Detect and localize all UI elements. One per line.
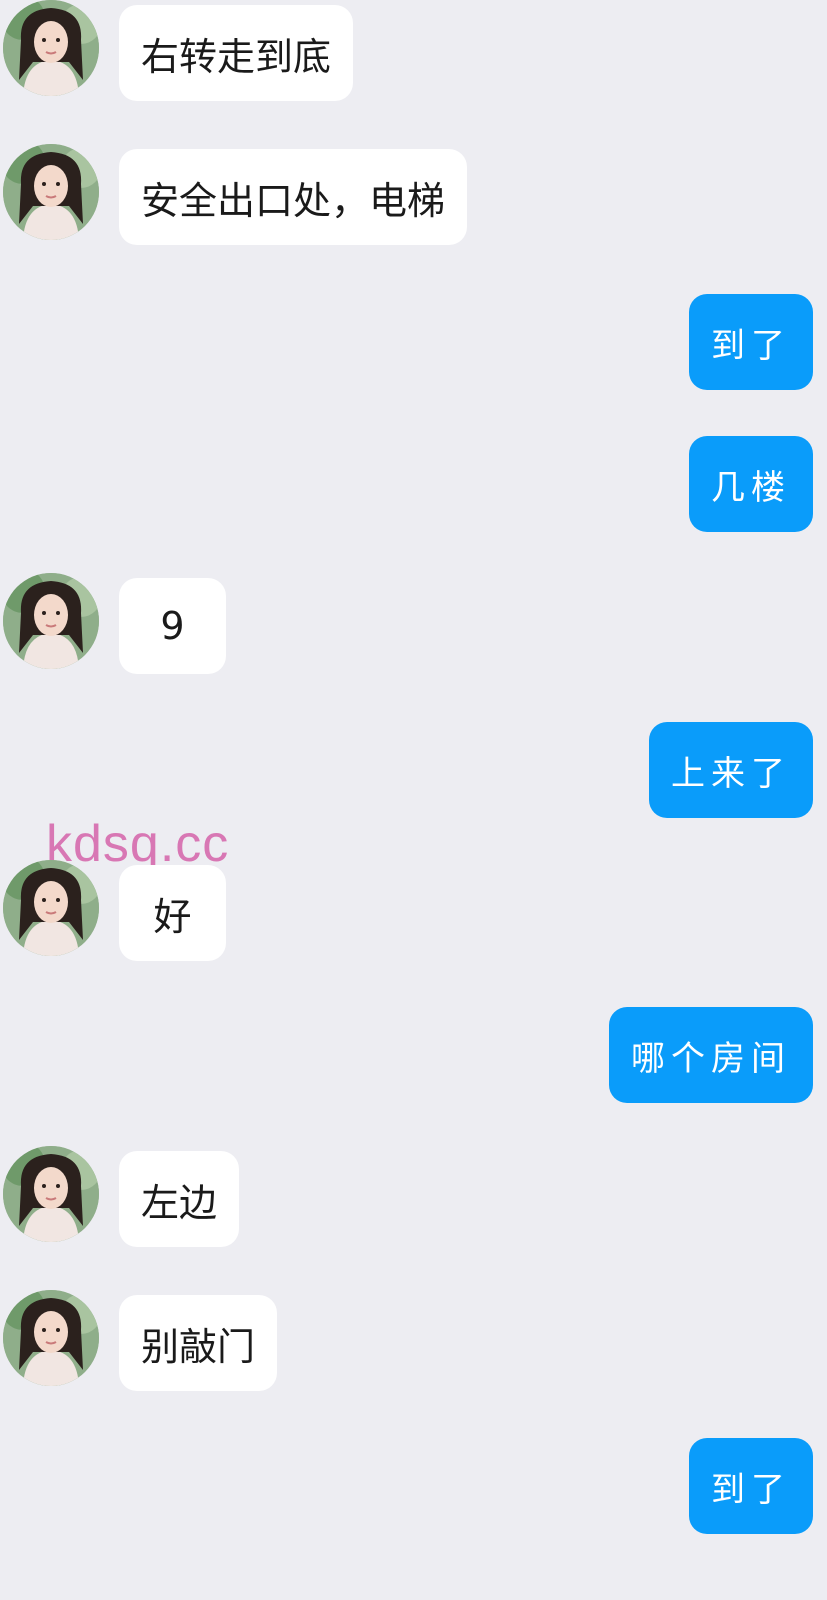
message-row: 右转走到底: [0, 0, 827, 101]
message-row: 哪个房间: [0, 1007, 827, 1107]
message-row: 安全出口处，电梯: [0, 144, 827, 245]
contact-avatar[interactable]: [3, 860, 99, 956]
message-bubble-outgoing[interactable]: 几楼: [689, 436, 813, 532]
message-bubble-incoming[interactable]: 左边: [119, 1151, 240, 1247]
contact-avatar[interactable]: [3, 1146, 99, 1242]
message-row: 到了: [0, 294, 827, 394]
message-bubble-incoming[interactable]: 右转走到底: [119, 5, 354, 101]
contact-avatar[interactable]: [3, 0, 99, 96]
contact-avatar[interactable]: [3, 573, 99, 669]
message-bubble-incoming[interactable]: 别敲门: [119, 1295, 278, 1391]
message-bubble-incoming[interactable]: 9: [119, 578, 226, 674]
message-bubble-outgoing[interactable]: 到了: [689, 1438, 813, 1534]
message-row: 别敲门: [0, 1290, 827, 1391]
message-row: 好: [0, 860, 827, 961]
message-bubble-incoming[interactable]: 好: [119, 865, 226, 961]
message-row: 上来了: [0, 722, 827, 822]
message-row: 9: [0, 573, 827, 674]
message-bubble-outgoing[interactable]: 到了: [689, 294, 813, 390]
message-bubble-outgoing[interactable]: 哪个房间: [609, 1007, 813, 1103]
message-row: 左边: [0, 1146, 827, 1247]
message-row: 几楼: [0, 436, 827, 536]
message-bubble-outgoing[interactable]: 上来了: [649, 722, 813, 818]
contact-avatar[interactable]: [3, 144, 99, 240]
message-bubble-incoming[interactable]: 安全出口处，电梯: [119, 149, 468, 245]
message-row: 到了: [0, 1438, 827, 1538]
contact-avatar[interactable]: [3, 1290, 99, 1386]
